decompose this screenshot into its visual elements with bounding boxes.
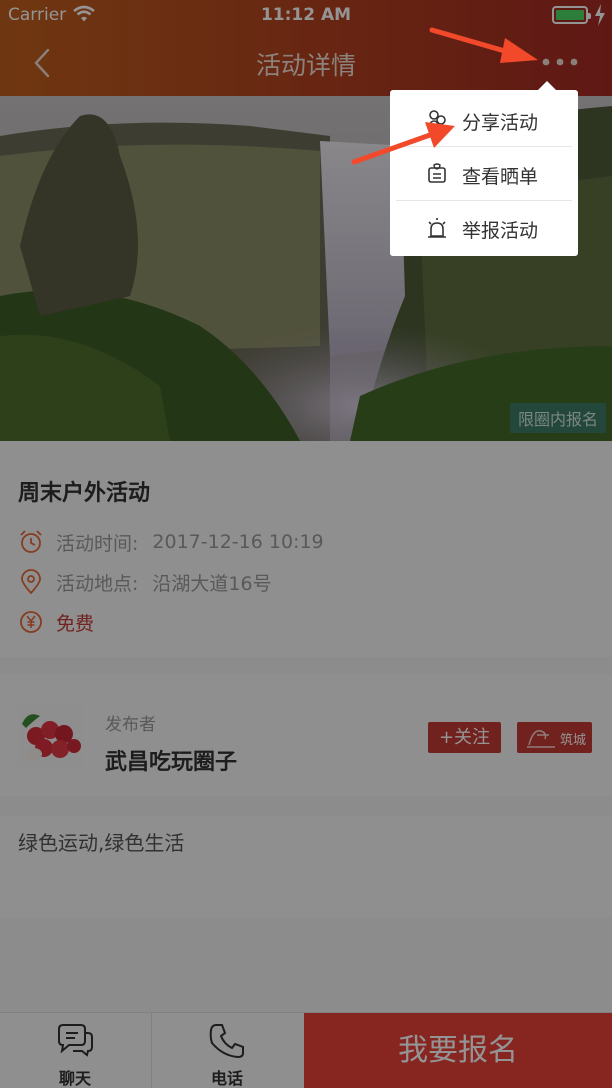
annotation-arrowhead-share	[425, 122, 455, 148]
annotation-arrows	[351, 27, 538, 165]
annotation-arrow-share	[351, 132, 433, 165]
annotation-arrowhead-more	[500, 38, 538, 63]
